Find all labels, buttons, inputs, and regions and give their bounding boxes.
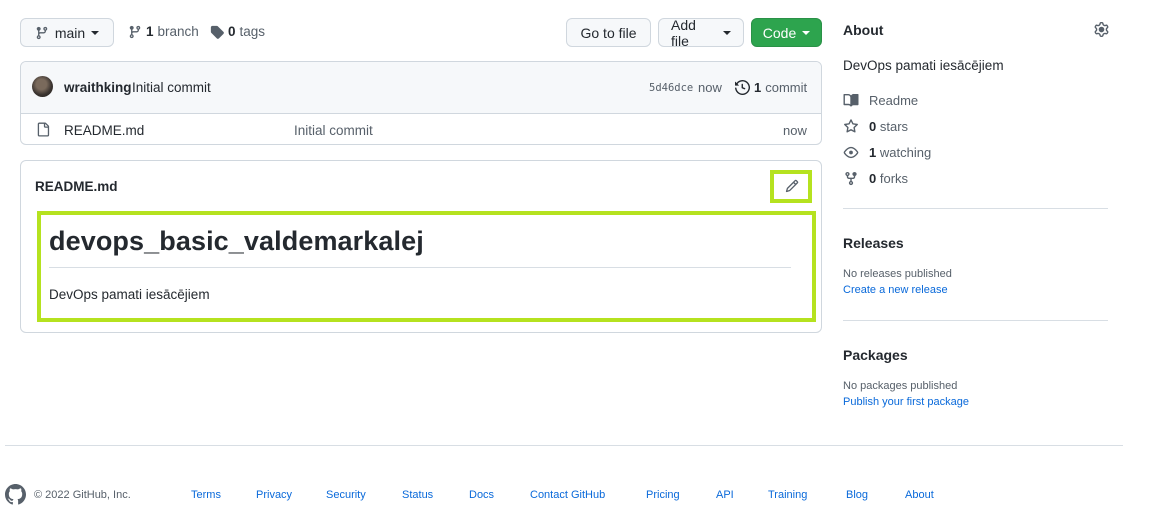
edit-pencil-icon[interactable] [785,179,799,193]
add-file-label: Add file [671,16,696,49]
branch-icon [128,25,142,39]
footer-link-docs[interactable]: Docs [469,489,494,501]
watching-link[interactable]: 1 watching [843,145,931,160]
go-to-file-label: Go to file [580,24,637,41]
commits-link[interactable]: 1 commit [735,80,807,95]
commit-time: now [698,80,722,95]
file-icon [36,122,50,137]
stars-link[interactable]: 0 stars [843,119,908,134]
footer-copyright: © 2022 GitHub, Inc. [34,489,131,501]
commits-count: 1 [754,80,762,95]
forks-link[interactable]: 0 forks [843,171,908,186]
branch-select-button[interactable]: main [20,18,114,47]
footer-link-blog[interactable]: Blog [846,489,868,501]
tags-label: tags [239,24,266,39]
sidebar-divider [843,320,1108,321]
about-heading: About [843,22,884,38]
footer-link-security[interactable]: Security [326,489,366,501]
chevron-down-icon [802,30,811,35]
footer-link-contact[interactable]: Contact GitHub [530,489,605,501]
footer-link-status[interactable]: Status [402,489,433,501]
chevron-down-icon [91,30,100,35]
tag-icon [210,25,224,39]
history-icon [735,80,750,95]
readme-filename: README.md [35,179,118,194]
file-browser: wraithking Initial commit 5d46dce now 1 … [20,61,822,145]
star-icon [843,119,859,134]
avatar[interactable] [32,76,53,97]
gear-icon[interactable] [1094,22,1109,37]
book-icon [843,93,859,108]
packages-empty-text: No packages published [843,380,958,392]
packages-heading[interactable]: Packages [843,347,908,363]
readme-link-label: Readme [869,93,919,108]
file-time: now [783,123,807,138]
branch-label: main [54,24,86,41]
footer-link-api[interactable]: API [716,489,734,501]
watching-count: 1 [869,145,877,160]
branches-count: 1 [146,24,154,39]
branches-label: branch [157,24,199,39]
commit-hash[interactable]: 5d46dce [649,82,693,94]
sidebar-divider [843,208,1108,209]
add-file-button[interactable]: Add file [658,16,744,49]
repo-description: DevOps pamati iesācējiem [843,58,1004,73]
file-name[interactable]: README.md [64,123,144,138]
branches-link[interactable]: 1 branch [128,24,199,39]
stars-label: stars [879,119,909,134]
releases-heading[interactable]: Releases [843,235,904,251]
forks-count: 0 [869,171,877,186]
readme-heading-divider [49,267,791,268]
latest-commit-row: wraithking Initial commit 5d46dce now 1 … [21,62,821,114]
footer-link-about[interactable]: About [905,489,934,501]
github-logo-icon[interactable] [5,484,26,505]
fork-icon [843,171,859,186]
footer-link-privacy[interactable]: Privacy [256,489,292,501]
tags-link[interactable]: 0 tags [210,24,265,39]
releases-empty-text: No releases published [843,268,952,280]
chevron-down-icon [723,30,731,35]
go-to-file-button[interactable]: Go to file [566,18,651,47]
create-release-link[interactable]: Create a new release [843,284,948,296]
footer-link-terms[interactable]: Terms [191,489,221,501]
stars-count: 0 [869,119,877,134]
forks-label: forks [879,171,909,186]
tags-count: 0 [228,24,236,39]
file-row[interactable]: README.md Initial commit now [21,114,821,144]
file-commit-message[interactable]: Initial commit [294,123,373,138]
publish-package-link[interactable]: Publish your first package [843,396,969,408]
readme-heading: devops_basic_valdemarkalej [49,226,424,256]
commit-message[interactable]: Initial commit [132,80,211,95]
watching-label: watching [879,145,932,160]
footer-divider [5,445,1123,446]
eye-icon [843,145,859,160]
branch-icon [35,26,49,40]
readme-link[interactable]: Readme [843,93,918,108]
footer-link-training[interactable]: Training [768,489,807,501]
code-label: Code [762,24,797,41]
readme-body: DevOps pamati iesācējiem [49,287,210,302]
commits-label: commit [765,80,808,95]
footer-link-pricing[interactable]: Pricing [646,489,680,501]
code-button[interactable]: Code [751,18,822,47]
commit-author[interactable]: wraithking [64,80,132,95]
